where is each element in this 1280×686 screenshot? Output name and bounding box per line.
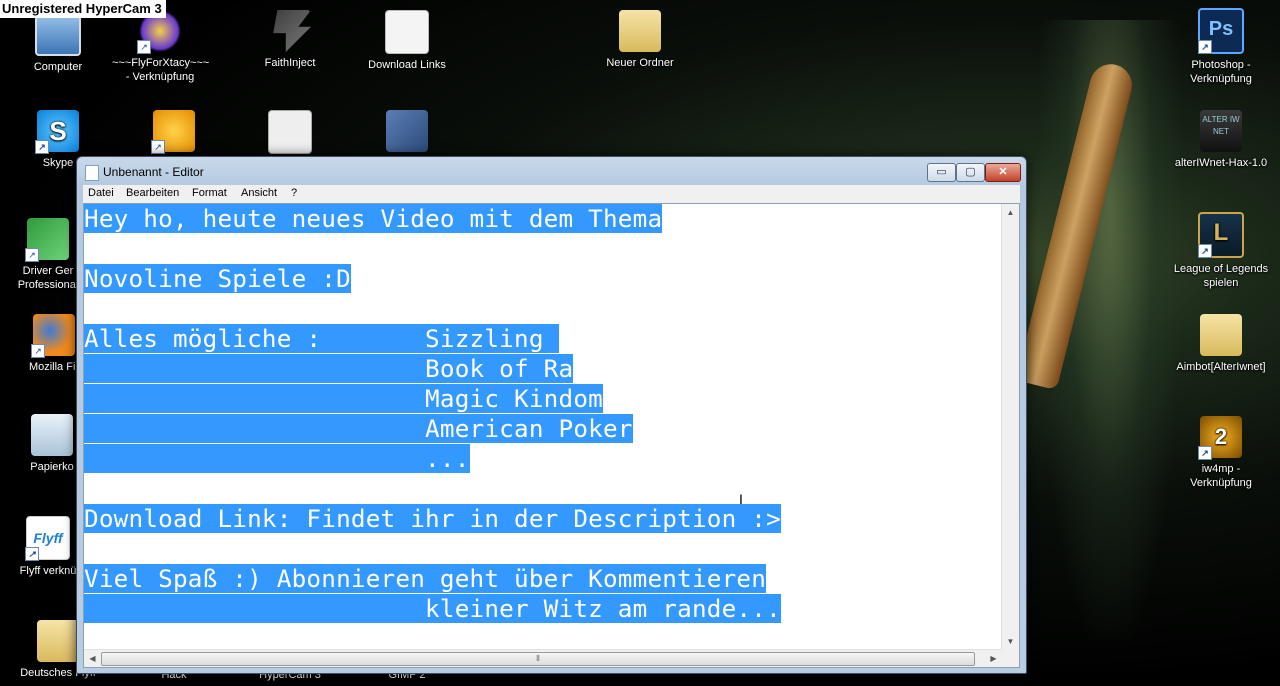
league-of-legends-icon: L ↗ xyxy=(1198,212,1244,258)
text-line: Alles mögliche : Sizzling xyxy=(84,324,559,353)
folder-icon xyxy=(1200,314,1242,356)
driver-icon: ↗ xyxy=(25,218,69,262)
desktop-icon-settings-file[interactable] xyxy=(242,110,338,158)
text-line: Viel Spaß :) Abonnieren geht über Kommen… xyxy=(84,564,767,593)
shortcut-arrow-icon: ↗ xyxy=(1198,40,1212,54)
desktop-icon-label: Neuer Ordner xyxy=(606,57,674,69)
maximize-button[interactable]: ▢ xyxy=(956,163,985,182)
desktop-icon-aimbot[interactable]: Aimbot[AlterIwnet] xyxy=(1173,314,1269,374)
desktop-icon-label: FaithInject xyxy=(264,57,316,69)
installer-icon xyxy=(386,110,428,152)
iw4mp-icon: 2 ↗ xyxy=(1198,416,1242,460)
photoshop-icon: Ps ↗ xyxy=(1198,8,1244,54)
desktop-icon-label: iw4mp - Verknüpfung xyxy=(1190,463,1252,489)
text-line: American Poker xyxy=(84,414,633,443)
scroll-left-arrow-icon[interactable]: ◀ xyxy=(84,650,101,667)
shortcut-arrow-icon: ↗ xyxy=(25,248,39,262)
desktop-icon-iw4mp[interactable]: 2 ↗ iw4mp - Verknüpfung xyxy=(1173,416,1269,490)
desktop-icon-alteriwnet[interactable]: ALTER IW NET alterIWnet-Hax-1.0 xyxy=(1173,110,1269,170)
shortcut-arrow-icon: ↗ xyxy=(35,140,49,154)
text-editor[interactable]: Hey ho, heute neues Video mit dem Thema … xyxy=(83,203,1020,668)
text-line: Hey ho, heute neues Video mit dem Thema xyxy=(84,204,663,233)
close-button[interactable]: ✕ xyxy=(985,163,1021,182)
menu-ansicht[interactable]: Ansicht xyxy=(241,187,277,199)
shortcut-arrow-icon: ↗ xyxy=(1198,446,1212,460)
firefox-icon: ↗ xyxy=(31,314,75,358)
menu-bearbeiten[interactable]: Bearbeiten xyxy=(126,187,179,199)
menu-bar: Datei Bearbeiten Format Ansicht ? xyxy=(83,185,1020,203)
scroll-right-arrow-icon[interactable]: ▶ xyxy=(985,650,1002,667)
desktop-icon-installer[interactable] xyxy=(359,110,455,156)
editor-text-area[interactable]: Hey ho, heute neues Video mit dem Thema … xyxy=(84,204,1002,650)
desktop-icon-label: League of Legends spielen xyxy=(1173,263,1269,289)
desktop-icon-label: Photoshop - Verknüpfung xyxy=(1190,59,1252,85)
desktop-icon-download-links[interactable]: Download Links xyxy=(359,10,455,72)
desktop-icon-label: Computer xyxy=(33,61,83,73)
minimize-button[interactable]: ▭ xyxy=(927,163,956,182)
window-title: Unbenannt - Editor xyxy=(103,165,204,179)
scroll-down-arrow-icon[interactable]: ▼ xyxy=(1002,633,1019,650)
shortcut-arrow-icon: ↗ xyxy=(137,40,151,54)
window-titlebar[interactable]: Unbenannt - Editor ▭ ▢ ✕ xyxy=(77,157,1026,185)
desktop-icon-label: Download Links xyxy=(368,59,446,71)
settings-file-icon xyxy=(268,110,312,154)
desktop-icon-neuer-ordner[interactable]: Neuer Ordner xyxy=(592,10,688,70)
desktop-icon-globe[interactable]: ↗ xyxy=(126,110,222,156)
notepad-icon xyxy=(85,165,99,181)
shortcut-arrow-icon: ↗ xyxy=(151,140,165,154)
hypercam-watermark: Unregistered HyperCam 3 xyxy=(0,0,166,18)
desktop-icon-photoshop[interactable]: Ps ↗ Photoshop - Verknüpfung xyxy=(1173,8,1269,86)
horizontal-scroll-thumb[interactable]: ⦀ xyxy=(101,652,975,666)
desktop-icon-label: alterIWnet-Hax-1.0 xyxy=(1174,157,1268,169)
recycle-bin-icon xyxy=(31,414,73,456)
horizontal-scrollbar[interactable]: ◀ ⦀ ▶ xyxy=(84,649,1002,667)
flyff-icon: Flyff ↗ xyxy=(25,516,70,561)
scroll-up-arrow-icon[interactable]: ▲ xyxy=(1002,204,1019,221)
faithinject-icon xyxy=(273,10,311,52)
notepad-window[interactable]: Unbenannt - Editor ▭ ▢ ✕ Datei Bearbeite… xyxy=(76,156,1027,674)
wallpaper-club xyxy=(1015,59,1137,391)
menu-datei[interactable]: Datei xyxy=(88,187,114,199)
desktop-icon-flyforxtacy[interactable]: ↗ ~~~FlyForXtacy~~~ - Verknüpfung xyxy=(112,10,210,84)
shortcut-arrow-icon: ↗ xyxy=(25,547,39,561)
menu-format[interactable]: Format xyxy=(192,187,227,199)
desktop-icon-computer[interactable]: Computer xyxy=(10,10,106,74)
shortcut-arrow-icon: ↗ xyxy=(31,344,45,358)
text-document-icon xyxy=(385,10,429,54)
menu-help[interactable]: ? xyxy=(291,187,297,199)
text-line: Book of Ra xyxy=(84,354,574,383)
folder-icon xyxy=(619,10,661,52)
text-line: Download Link: Findet ihr in der Descrip… xyxy=(84,504,781,533)
text-line: Novoline Spiele :D xyxy=(84,264,351,293)
alteriwnet-icon: ALTER IW NET xyxy=(1200,110,1242,152)
globe-shortcut-icon: ↗ xyxy=(151,110,195,154)
mouse-ibeam-cursor: I xyxy=(739,491,744,507)
skype-icon: S ↗ xyxy=(35,110,79,154)
text-line: kleiner Witz am rande... xyxy=(84,594,781,623)
desktop-icon-label: Aimbot[AlterIwnet] xyxy=(1176,361,1266,373)
text-line: Magic Kindom xyxy=(84,384,603,413)
text-line: ... xyxy=(84,444,470,473)
folder-icon xyxy=(37,620,79,662)
vertical-scrollbar[interactable]: ▲ ▼ xyxy=(1001,204,1019,650)
shortcut-arrow-icon: ↗ xyxy=(1198,244,1212,258)
desktop-icon-league-of-legends[interactable]: L ↗ League of Legends spielen xyxy=(1173,212,1269,290)
desktop-icon-label: ~~~FlyForXtacy~~~ - Verknüpfung xyxy=(112,57,210,83)
desktop-icon-faithinject[interactable]: FaithInject xyxy=(242,10,338,70)
scrollbar-corner xyxy=(1002,650,1019,667)
